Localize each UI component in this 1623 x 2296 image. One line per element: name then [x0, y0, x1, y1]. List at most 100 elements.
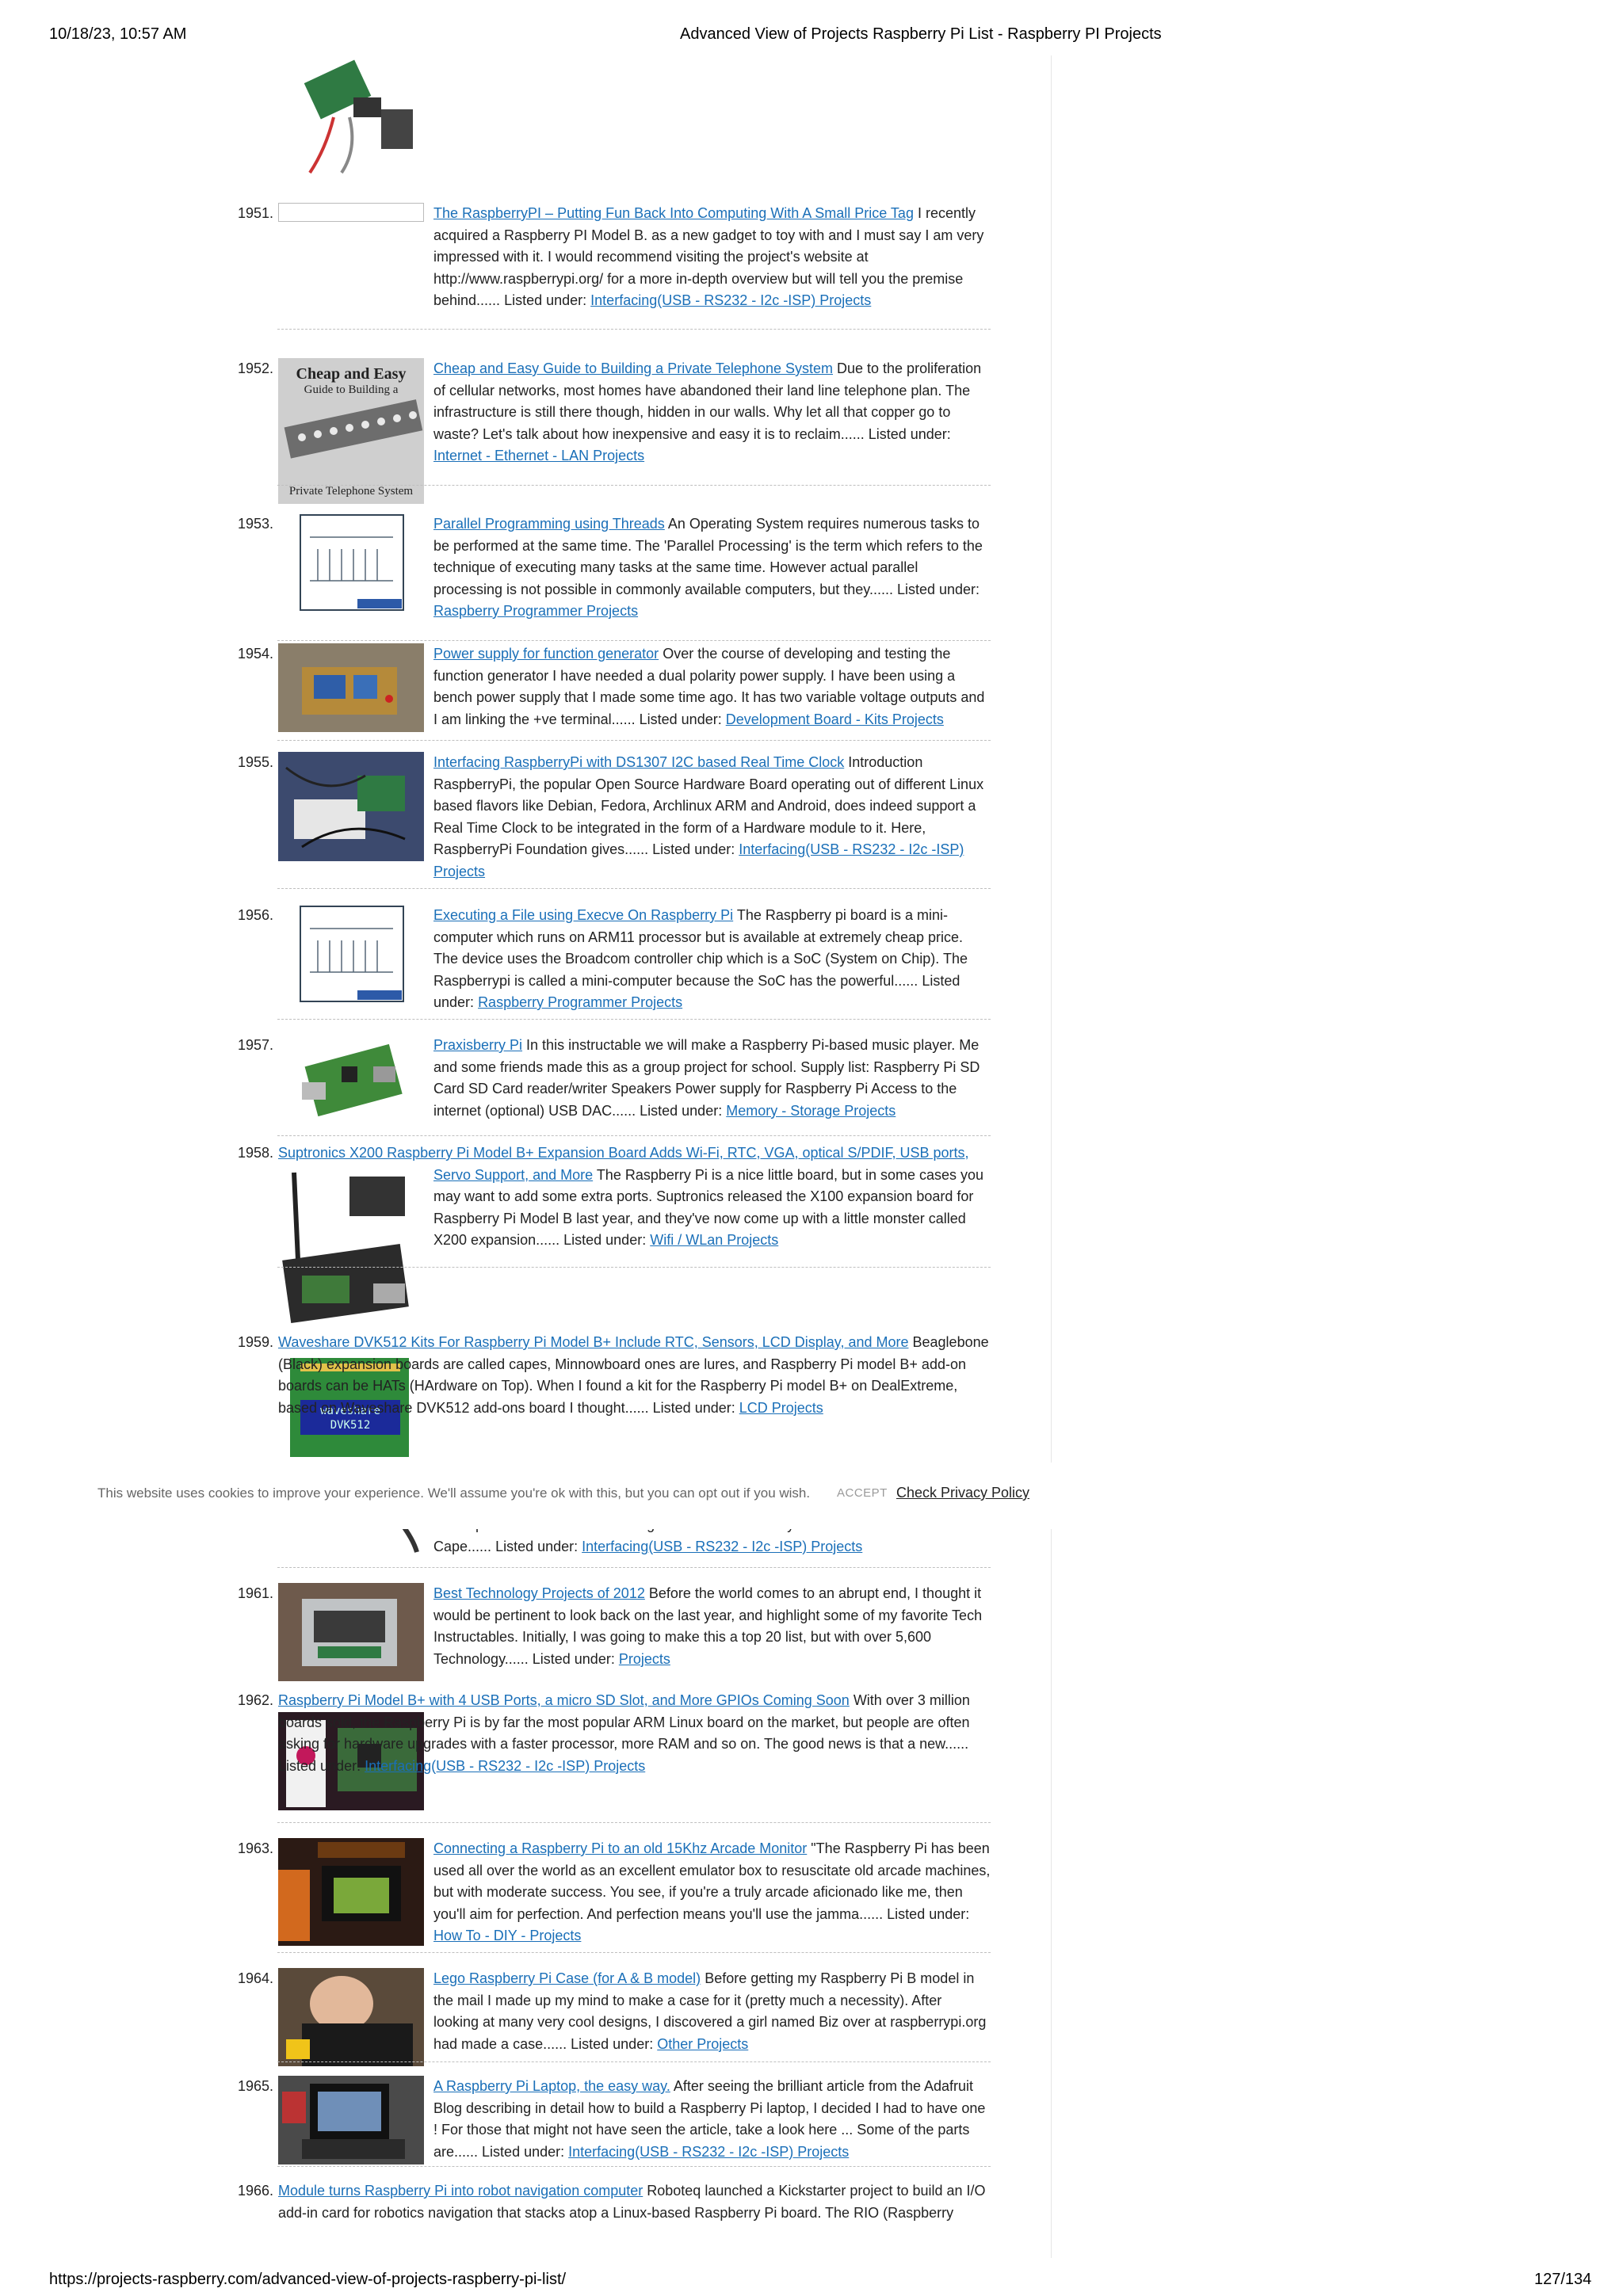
category-link[interactable]: LCD Projects	[739, 1400, 823, 1416]
item-title-link[interactable]: Raspberry Pi Model B+ with 4 USB Ports, …	[278, 1692, 850, 1708]
item-divider	[277, 1567, 991, 1568]
category-link[interactable]: Interfacing(USB - RS232 - I2c -ISP) Proj…	[365, 1758, 645, 1774]
item-divider	[277, 1267, 991, 1268]
category-link[interactable]: Projects	[619, 1651, 670, 1667]
item-number: 1959.	[238, 1334, 274, 1350]
item-text: Connecting a Raspberry Pi to an old 15Kh…	[433, 1840, 991, 1943]
item-divider	[277, 640, 991, 641]
list-item: 1955. Interfacing RaspberryPi with DS130…	[238, 752, 991, 883]
list-item: 1961. Best Technology Projects of 2012 B…	[238, 1583, 991, 1682]
project-thumbnail[interactable]	[278, 905, 424, 1004]
item-title-link[interactable]: Waveshare DVK512 Kits For Raspberry Pi M…	[278, 1334, 909, 1350]
item-title-link[interactable]: Power supply for function generator	[433, 646, 659, 662]
thumb-caption: Cheap and Easy	[296, 365, 407, 383]
item-divider	[277, 2166, 991, 2167]
category-link[interactable]: Interfacing(USB - RS232 - I2c -ISP) Proj…	[582, 1539, 862, 1554]
item-divider	[277, 740, 991, 741]
thumb-caption: DVK512	[330, 1419, 371, 1432]
item-title-link[interactable]: Praxisberry Pi	[433, 1037, 522, 1053]
item-text: Lego Raspberry Pi Case (for A & B model)…	[433, 1970, 987, 2052]
item-title-link[interactable]: Suptronics X200 Raspberry Pi Model B+ Ex…	[278, 1145, 969, 1161]
item-number: 1952.	[238, 360, 274, 376]
item-number: 1955.	[238, 754, 274, 770]
list-item: 1953. Parallel Programming using Threads…	[238, 513, 991, 620]
project-thumbnail[interactable]	[278, 643, 424, 732]
item-divider	[277, 1952, 991, 1953]
list-item: 1966. Module turns Raspberry Pi into rob…	[238, 2180, 991, 2228]
item-number: 1966.	[238, 2183, 274, 2199]
category-link[interactable]: How To - DIY - Projects	[433, 1928, 581, 1943]
list-item: 1958. Suptronics X200 Raspberry Pi Model…	[238, 1142, 991, 1333]
item-number: 1956.	[238, 907, 274, 923]
list-item: 1964. Lego Raspberry Pi Case (for A & B …	[238, 1968, 991, 2067]
cookie-accept-button[interactable]: ACCEPT	[837, 1486, 888, 1500]
item-number: 1958.	[238, 1145, 274, 1161]
item-title-link[interactable]: The RaspberryPI – Putting Fun Back Into …	[433, 205, 914, 221]
item-text: Module turns Raspberry Pi into robot nav…	[278, 2183, 986, 2221]
project-thumbnail[interactable]	[278, 1583, 424, 1681]
item-text: Interfacing RaspberryPi with DS1307 I2C …	[433, 754, 984, 879]
list-item: 1965. A Raspberry Pi Laptop, the easy wa…	[238, 2076, 991, 2175]
project-thumbnail[interactable]	[278, 54, 424, 189]
category-link[interactable]: Other Projects	[657, 2036, 748, 2052]
item-text: Raspberry Pi Model B+ with 4 USB Ports, …	[278, 1692, 970, 1774]
item-text: Parallel Programming using Threads An Op…	[433, 516, 983, 619]
item-title-link[interactable]: Best Technology Projects of 2012	[433, 1585, 645, 1601]
item-title-link[interactable]: Lego Raspberry Pi Case (for A & B model)	[433, 1970, 701, 1986]
project-thumbnail[interactable]	[278, 2076, 424, 2164]
list-item: 1954. Power supply for function generato…	[238, 643, 991, 732]
item-number: 1963.	[238, 1840, 274, 1856]
item-text: A Raspberry Pi Laptop, the easy way. Aft…	[433, 2078, 986, 2160]
item-title-link[interactable]: Cheap and Easy Guide to Building a Priva…	[433, 360, 833, 376]
category-link[interactable]: Memory - Storage Projects	[726, 1103, 896, 1119]
item-title-link[interactable]: Executing a File using Execve On Raspber…	[433, 907, 733, 923]
item-divider	[277, 888, 991, 889]
item-text: Best Technology Projects of 2012 Before …	[433, 1585, 983, 1667]
list-item: 1952. Cheap and Easy Guide to Building a…	[238, 358, 991, 509]
item-text: Executing a File using Execve On Raspber…	[433, 907, 968, 1010]
category-link[interactable]: Raspberry Programmer Projects	[478, 994, 682, 1010]
project-thumbnail[interactable]	[278, 752, 424, 861]
item-text: Power supply for function generator Over…	[433, 646, 985, 727]
item-number: 1961.	[238, 1585, 274, 1601]
category-link[interactable]: Interfacing(USB - RS232 - I2c -ISP) Proj…	[568, 2144, 849, 2160]
list-item: 1956. Executing a File using Execve On R…	[238, 905, 991, 1012]
cookie-message: This website uses cookies to improve you…	[97, 1486, 811, 1501]
item-title-link[interactable]: Connecting a Raspberry Pi to an old 15Kh…	[433, 1840, 807, 1856]
item-title-link[interactable]: Servo Support, and More	[433, 1167, 593, 1183]
category-link[interactable]: Wifi / WLan Projects	[650, 1232, 778, 1248]
print-url: https://projects-raspberry.com/advanced-…	[49, 2271, 567, 2288]
item-title-link[interactable]: Interfacing RaspberryPi with DS1307 I2C …	[433, 754, 844, 770]
item-number: 1965.	[238, 2078, 274, 2094]
list-item: 1951. The RaspberryPI – Putting Fun Back…	[238, 203, 991, 314]
item-divider	[277, 2061, 991, 2062]
item-number: 1954.	[238, 646, 274, 662]
project-thumbnail[interactable]	[278, 1035, 424, 1123]
item-number: 1953.	[238, 516, 274, 532]
project-thumbnail[interactable]	[278, 1838, 424, 1946]
category-link[interactable]: Development Board - Kits Projects	[726, 711, 944, 727]
thumb-caption: Private Telephone System	[289, 485, 413, 498]
item-title-link[interactable]: Parallel Programming using Threads	[433, 516, 665, 532]
item-divider	[277, 1019, 991, 1020]
item-number: 1964.	[238, 1970, 274, 1986]
item-text: Praxisberry Pi In this instructable we w…	[433, 1037, 980, 1119]
item-text: Waveshare DVK512 Kits For Raspberry Pi M…	[278, 1334, 989, 1416]
project-thumbnail[interactable]	[278, 513, 424, 612]
list-item: 1959. waveshare DVK512 Waveshare DVK512 …	[238, 1332, 991, 1463]
category-link[interactable]: Raspberry Programmer Projects	[433, 603, 638, 619]
item-divider	[277, 1135, 991, 1136]
cookie-banner: This website uses cookies to improve you…	[0, 1463, 1623, 1529]
privacy-policy-link[interactable]: Check Privacy Policy	[896, 1485, 1029, 1501]
item-number: 1957.	[238, 1037, 274, 1053]
category-link[interactable]: Interfacing(USB - RS232 - I2c -ISP) Proj…	[590, 292, 871, 308]
project-thumbnail[interactable]: Cheap and Easy Guide to Building a Priva…	[278, 358, 424, 504]
list-item: 1963. Connecting a Raspberry Pi to an ol…	[238, 1838, 991, 1946]
category-link[interactable]: Internet - Ethernet - LAN Projects	[433, 448, 644, 463]
project-thumbnail[interactable]	[278, 1968, 424, 2066]
broken-image-icon[interactable]	[278, 203, 424, 222]
item-text: Cheap and Easy Guide to Building a Priva…	[433, 360, 982, 463]
item-divider	[277, 1822, 991, 1823]
item-title-link[interactable]: A Raspberry Pi Laptop, the easy way.	[433, 2078, 670, 2094]
item-title-link[interactable]: Module turns Raspberry Pi into robot nav…	[278, 2183, 643, 2199]
